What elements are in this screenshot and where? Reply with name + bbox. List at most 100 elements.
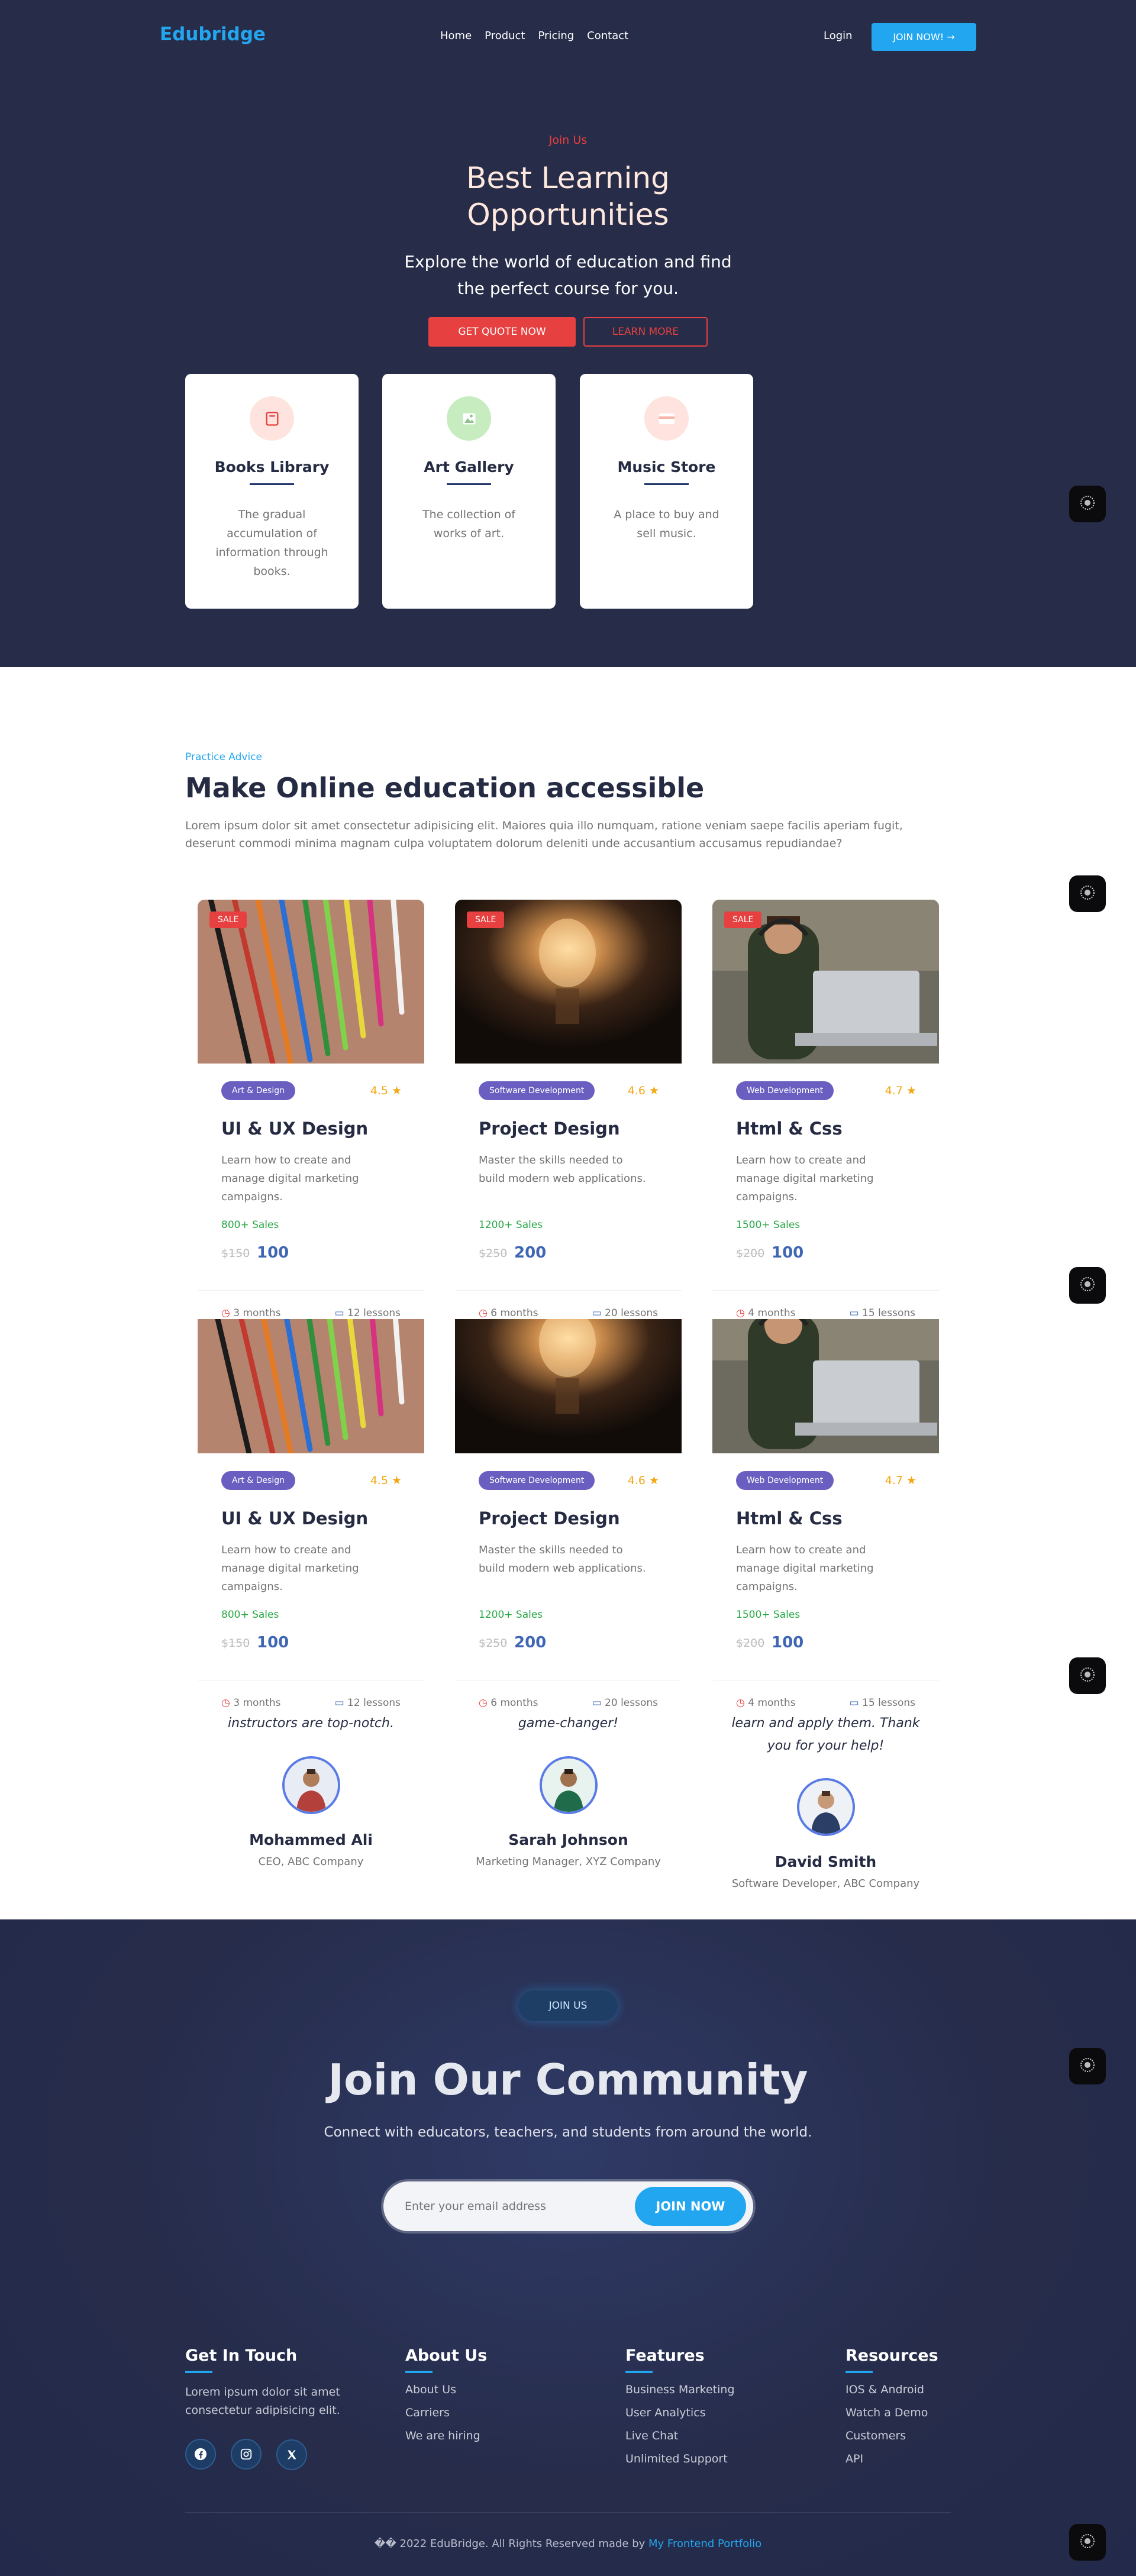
course-meta: ◷ 3 months ▭ 12 lessons [198,1290,424,1319]
facebook-icon[interactable] [185,2439,216,2470]
globe-icon [1080,1667,1095,1682]
feature-divider [250,483,294,485]
course-title[interactable]: UI & UX Design [221,1508,368,1528]
testimonial-role: Marketing Manager, XYZ Company [476,1856,661,1868]
star-icon: ★ [648,1084,659,1097]
nav-pricing[interactable]: Pricing [538,30,575,42]
duration-text: 3 months [233,1697,281,1709]
course-card[interactable]: SALE Web Development 4.7 ★ Html & Css Le… [712,1319,939,1709]
feature-card-books[interactable]: Books Library The gradual accumulation o… [185,374,359,609]
category-badge[interactable]: Web Development [736,1081,834,1100]
floating-badge[interactable] [1069,1267,1106,1304]
join-now-submit-button[interactable]: JOIN NOW [635,2187,746,2226]
nav-contact[interactable]: Contact [587,30,628,42]
avatar [797,1778,855,1836]
avatar [540,1756,598,1814]
footer-text: Lorem ipsum dolor sit amet consectetur a… [185,2386,340,2417]
copyright: �� 2022 EduBridge. All Rights Reserved m… [0,2538,1136,2550]
footer-link[interactable]: We are hiring [405,2429,487,2442]
course-title[interactable]: Html & Css [736,1119,843,1139]
footer-link[interactable]: Business Marketing [625,2383,735,2396]
testimonial-name: Mohammed Ali [249,1831,373,1848]
course-card-wrapper: SALE Software Development 4.6 ★ Project … [455,900,682,1319]
footer-underline [845,2371,873,2373]
feature-card-art[interactable]: Art Gallery The collection of works of a… [382,374,556,609]
course-card[interactable]: SALE Art & Design 4.5 ★ UI & UX Design L… [198,900,424,1319]
login-link[interactable]: Login [824,30,853,42]
hero-subtitle-line: the perfect course for you. [457,279,679,298]
course-card[interactable]: SALE Art & Design 4.5 ★ UI & UX Design L… [198,1319,424,1709]
course-card[interactable]: SALE Software Development 4.6 ★ Project … [455,900,682,1319]
globe-icon [1080,885,1095,900]
rating: 4.6 ★ [628,1474,659,1487]
course-meta: ◷ 3 months ▭ 12 lessons [198,1680,424,1709]
floating-badge[interactable] [1069,1657,1106,1694]
lessons: ▭ 15 lessons [850,1307,915,1319]
footer-heading: Resources [845,2346,938,2365]
testimonial-quote: game-changer! [518,1716,619,1731]
join-now-button[interactable]: JOIN NOW! → [872,23,976,51]
section-kicker: Practice Advice [185,751,263,763]
category-badge[interactable]: Software Development [479,1471,595,1490]
footer-link[interactable]: Watch a Demo [845,2406,938,2419]
price: 100 [257,1244,289,1262]
course-card[interactable]: SALE Software Development 4.6 ★ Project … [455,1319,682,1709]
star-icon: ★ [906,1084,916,1097]
footer-link[interactable]: API [845,2452,938,2465]
floating-badge[interactable] [1069,486,1106,522]
course-sales: 800+ Sales [221,1219,279,1231]
footer-heading: About Us [405,2346,488,2365]
card-icon [644,396,689,441]
price: 100 [772,1634,804,1651]
rating: 4.5 ★ [370,1474,402,1487]
course-card-wrapper: SALE Art & Design 4.5 ★ UI & UX Design L… [198,1319,424,1709]
category-badge[interactable]: Web Development [736,1471,834,1490]
course-title[interactable]: UI & UX Design [221,1119,368,1139]
course-image: SALE [198,1319,424,1464]
category-badge[interactable]: Art & Design [221,1081,295,1100]
nav-home[interactable]: Home [440,30,472,42]
course-desc: Learn how to create and manage digital m… [221,1154,359,1203]
duration: ◷ 6 months [479,1697,538,1709]
feature-card-music[interactable]: Music Store A place to buy and sell musi… [580,374,753,609]
footer-link[interactable]: IOS & Android [845,2383,938,2396]
floating-badge[interactable] [1069,2524,1106,2561]
sale-badge: SALE [724,912,762,928]
get-quote-button[interactable]: GET QUOTE NOW [428,317,576,347]
testimonial-card: instructors are top-notch. Mohammed Ali … [198,1693,424,1901]
clock-icon: ◷ [221,1697,230,1709]
footer-link[interactable]: Customers [845,2429,938,2442]
course-title[interactable]: Project Design [479,1119,620,1139]
feature-desc: The collection of works of art. [422,508,515,540]
course-title[interactable]: Project Design [479,1508,620,1528]
floating-badge[interactable] [1069,2048,1106,2084]
hero-title-line: Best Learning [466,161,670,195]
clock-icon: ◷ [221,1307,230,1319]
footer-link[interactable]: About Us [405,2383,487,2396]
footer-link[interactable]: Carriers [405,2406,487,2419]
globe-icon [1080,496,1095,510]
instagram-icon[interactable] [231,2439,262,2470]
old-price: $250 [479,1637,508,1650]
course-image: SALE [455,900,682,1064]
lessons-text: 15 lessons [862,1697,915,1709]
category-badge[interactable]: Software Development [479,1081,595,1100]
category-badge[interactable]: Art & Design [221,1471,295,1490]
logo[interactable]: Edubridge [160,24,266,45]
course-title[interactable]: Html & Css [736,1508,843,1528]
lessons: ▭ 12 lessons [335,1697,401,1709]
learn-more-button[interactable]: LEARN MORE [583,317,708,347]
x-twitter-icon[interactable] [276,2439,308,2470]
footer-link[interactable]: Unlimited Support [625,2452,735,2465]
old-price: $200 [736,1247,765,1260]
course-sales: 1200+ Sales [479,1219,543,1231]
floating-badge[interactable] [1069,875,1106,912]
course-card[interactable]: SALE Web Development 4.7 ★ Html & Css Le… [712,900,939,1319]
feature-title: Books Library [214,458,330,476]
footer-link[interactable]: User Analytics [625,2406,735,2419]
portfolio-link[interactable]: My Frontend Portfolio [648,2538,761,2550]
email-input[interactable] [405,2193,630,2219]
nav-product[interactable]: Product [485,30,525,42]
feature-desc: The gradual accumulation of information … [215,508,328,578]
footer-link[interactable]: Live Chat [625,2429,735,2442]
